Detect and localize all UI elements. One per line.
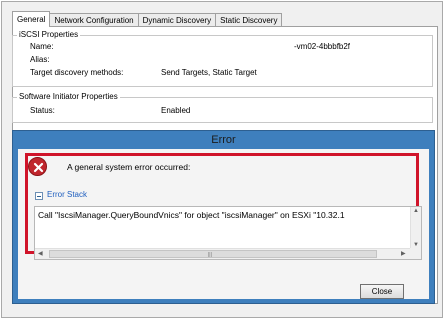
horizontal-scrollbar[interactable]: ◀ ||| ▶ — [35, 248, 411, 259]
vertical-scrollbar[interactable]: ▲ ▼ — [410, 207, 421, 249]
dialog-title: Error — [211, 134, 236, 146]
error-stack-link[interactable]: Error Stack — [47, 190, 87, 199]
tab-bar: General Network Configuration Dynamic Di… — [12, 11, 283, 27]
collapse-icon[interactable] — [35, 192, 43, 200]
error-stack-textbox[interactable]: Call "IscsiManager.QueryBoundVnics" for … — [34, 206, 422, 260]
horizontal-scroll-thumb[interactable]: ||| — [49, 250, 377, 258]
tab-static-discovery[interactable]: Static Discovery — [215, 13, 283, 27]
scroll-corner — [410, 248, 421, 259]
grip-icon: ||| — [208, 252, 212, 258]
error-icon — [28, 157, 47, 176]
scroll-up-icon[interactable]: ▲ — [413, 207, 419, 215]
error-message: A general system error occurred: — [67, 162, 191, 172]
software-initiator-group: Software Initiator Properties Status: En… — [12, 92, 433, 123]
scroll-left-icon[interactable]: ◀ — [38, 250, 43, 258]
error-dialog: Error A general system error occurred: E… — [12, 130, 435, 304]
name-value: -vm02-4bbbfb2f — [294, 42, 351, 51]
target-discovery-label: Target discovery methods: — [30, 68, 124, 77]
tab-dynamic-discovery[interactable]: Dynamic Discovery — [137, 13, 217, 27]
tab-general[interactable]: General — [12, 11, 51, 27]
close-button[interactable]: Close — [360, 284, 404, 299]
software-initiator-title: Software Initiator Properties — [17, 92, 120, 102]
dialog-body: A general system error occurred: Error S… — [18, 149, 429, 299]
name-label: Name: — [30, 42, 54, 51]
scroll-right-icon[interactable]: ▶ — [401, 250, 406, 258]
target-discovery-value: Send Targets, Static Target — [161, 68, 257, 77]
tab-network-configuration[interactable]: Network Configuration — [49, 13, 139, 27]
status-value: Enabled — [161, 106, 191, 115]
iscsi-properties-group: iSCSI Properties Name: -vm02-4bbbfb2f Al… — [12, 30, 433, 87]
status-label: Status: — [30, 106, 55, 115]
error-stack-text: Call "IscsiManager.QueryBoundVnics" for … — [38, 210, 345, 220]
iscsi-properties-title: iSCSI Properties — [17, 30, 81, 40]
alias-label: Alias: — [30, 55, 50, 64]
